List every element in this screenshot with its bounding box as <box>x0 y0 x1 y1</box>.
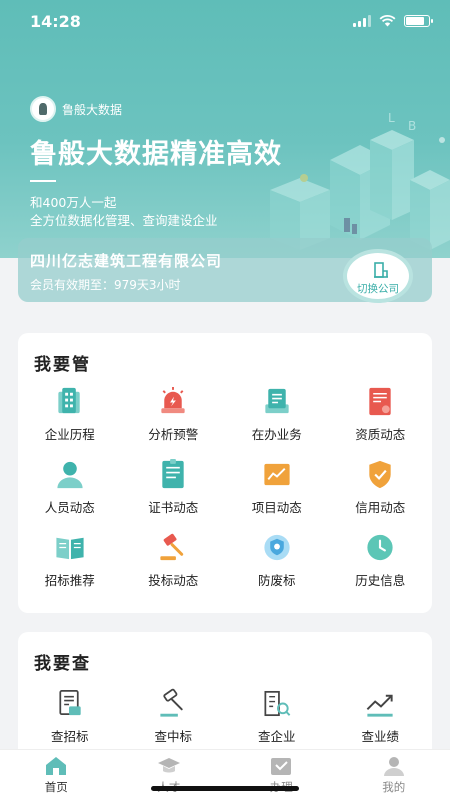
certificate-icon <box>369 387 391 416</box>
switch-company-label: 切换公司 <box>357 283 399 295</box>
manage-item-label: 历史信息 <box>355 573 406 588</box>
manage-item-label: 防废标 <box>257 573 296 588</box>
manage-title: 我要管 <box>34 355 91 375</box>
query-item-bids[interactable]: 查招标 <box>18 687 122 745</box>
tab-process[interactable]: 办理 <box>225 750 338 800</box>
manage-item-label: 信用动态 <box>355 500 406 515</box>
query-item-winning-bids[interactable]: 查中标 <box>122 687 226 745</box>
tab-home[interactable]: 首页 <box>0 750 113 800</box>
bid-document-icon <box>59 690 81 716</box>
manage-item-label: 分析预警 <box>148 427 199 442</box>
hero-subtitle-2: 全方位数据化管理、查询建设企业 <box>30 213 218 228</box>
open-book-icon <box>56 537 84 560</box>
tab-label: 首页 <box>44 780 68 794</box>
tab-talent[interactable]: 人才 <box>113 750 226 800</box>
query-item-companies[interactable]: 查企业 <box>225 687 329 745</box>
manage-section: 我要管 企业历程 分析预警 在办业务 资质动态 人员动态 证书动态 项目动态 信… <box>18 333 432 613</box>
hero-divider <box>30 180 56 182</box>
status-bar: 14:28 <box>0 0 450 44</box>
certificate-list-icon <box>162 458 184 489</box>
brand-logo-icon <box>30 96 56 122</box>
alarm-icon <box>161 386 185 414</box>
tab-label: 我的 <box>382 780 406 794</box>
tab-mine[interactable]: 我的 <box>338 750 450 800</box>
query-item-label: 查招标 <box>50 729 89 744</box>
person-icon <box>57 461 83 489</box>
trend-chart-icon <box>366 694 393 717</box>
query-item-label: 查中标 <box>154 729 192 744</box>
document-stack-icon <box>265 388 289 414</box>
clock-icon <box>367 534 393 561</box>
building-icon <box>58 387 80 414</box>
query-item-performance[interactable]: 查业绩 <box>329 687 433 745</box>
manage-item-ongoing-business[interactable]: 在办业务 <box>225 385 329 443</box>
home-icon <box>46 757 67 775</box>
query-item-label: 查企业 <box>257 729 296 744</box>
manage-item-credit-news[interactable]: 信用动态 <box>329 458 433 516</box>
manage-grid: 企业历程 分析预警 在办业务 资质动态 人员动态 证书动态 项目动态 信用动态 <box>18 385 432 589</box>
query-item-label: 查业绩 <box>361 729 399 744</box>
switch-company-button[interactable]: 切换公司 <box>343 249 413 303</box>
hero-title: 鲁般大数据精准高效 <box>30 139 282 170</box>
gavel-outline-icon <box>160 688 183 717</box>
company-name: 四川亿志建筑工程有限公司 <box>30 252 223 270</box>
wifi-icon <box>379 15 396 27</box>
hero-subtitle-1: 和400万人一起 <box>30 195 117 210</box>
manage-item-anti-invalid-bid[interactable]: 防废标 <box>225 531 329 589</box>
manage-item-qualification-news[interactable]: 资质动态 <box>329 385 433 443</box>
manage-item-certificate-news[interactable]: 证书动态 <box>122 458 226 516</box>
manage-item-label: 企业历程 <box>44 427 95 442</box>
manage-item-label: 资质动态 <box>355 427 406 442</box>
city-illustration: L B <box>270 111 450 250</box>
manage-item-label: 招标推荐 <box>44 573 95 588</box>
manage-item-label: 项目动态 <box>251 500 302 515</box>
status-time: 14:28 <box>30 12 81 31</box>
query-grid: 查招标 查中标 查企业 查业绩 <box>18 687 432 745</box>
manage-item-label: 人员动态 <box>44 500 95 515</box>
manage-item-label: 在办业务 <box>251 427 302 442</box>
graduation-cap-icon <box>157 758 180 773</box>
bottom-tab-bar: 首页 人才 办理 我的 <box>0 749 450 800</box>
svg-text:L: L <box>388 111 395 125</box>
hero-banner: 14:28 鲁般大数据 鲁般大数据精准高效 和400万人一起 全方位数据化管理、… <box>0 0 450 258</box>
query-title: 我要查 <box>34 654 91 674</box>
manage-item-history-info[interactable]: 历史信息 <box>329 531 433 589</box>
status-icons <box>353 15 433 27</box>
switch-building-icon <box>374 262 388 278</box>
membership-expiry: 会员有效期至：979天3小时 <box>30 278 181 292</box>
home-indicator <box>151 786 299 791</box>
svg-text:B: B <box>408 119 416 133</box>
manage-item-project-news[interactable]: 项目动态 <box>225 458 329 516</box>
chart-folder-icon <box>264 463 290 486</box>
badge-shield-icon <box>264 534 290 561</box>
manage-item-label: 证书动态 <box>148 500 199 515</box>
company-search-icon <box>264 690 291 717</box>
brand: 鲁般大数据 <box>30 96 122 122</box>
signal-icon <box>353 15 371 27</box>
query-section: 我要查 查招标 查中标 查企业 查业绩 <box>18 632 432 762</box>
inbox-icon <box>271 758 292 775</box>
manage-item-company-history[interactable]: 企业历程 <box>18 385 122 443</box>
manage-item-analysis-alert[interactable]: 分析预警 <box>122 385 226 443</box>
manage-item-bid-recommend[interactable]: 招标推荐 <box>18 531 122 589</box>
gavel-icon <box>160 533 184 561</box>
manage-item-bidding-news[interactable]: 投标动态 <box>122 531 226 589</box>
shield-check-icon <box>369 460 391 489</box>
brand-name: 鲁般大数据 <box>62 102 123 117</box>
manage-item-personnel-news[interactable]: 人员动态 <box>18 458 122 516</box>
battery-icon <box>404 15 433 27</box>
manage-item-label: 投标动态 <box>148 573 199 588</box>
user-icon <box>383 757 404 776</box>
